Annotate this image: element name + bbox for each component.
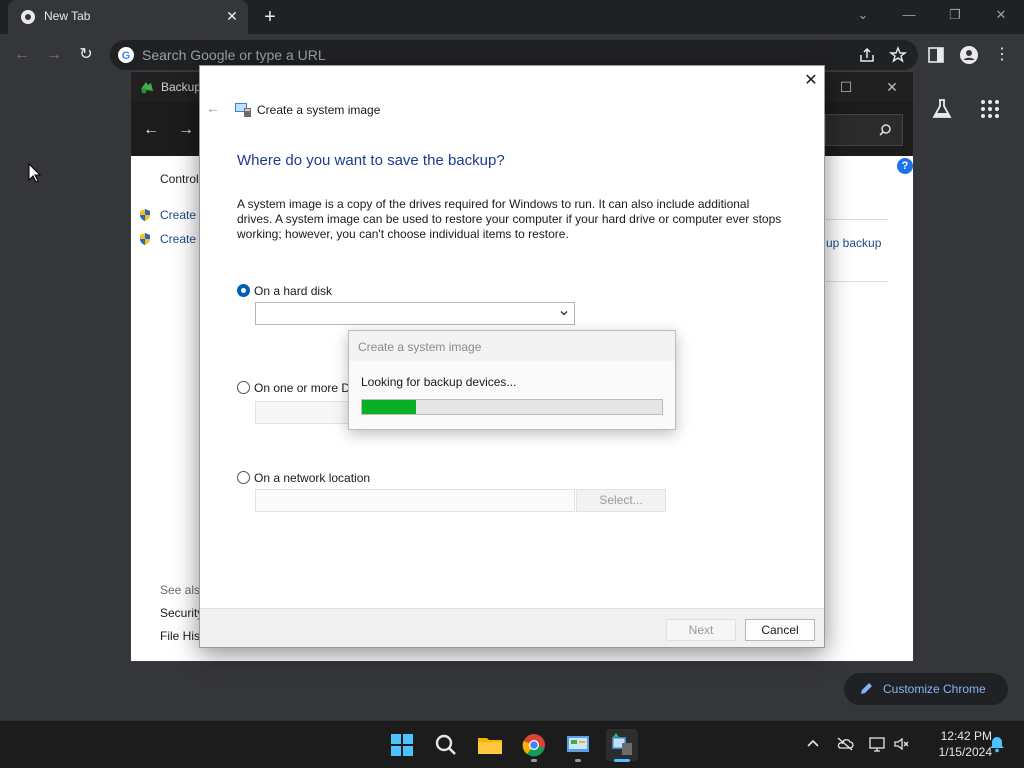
set-up-backup-link[interactable]: up backup [826,236,881,250]
cp-maximize-button[interactable]: ☐ [835,77,857,97]
cp-search-input[interactable] [825,114,903,146]
taskbar-file-explorer[interactable] [474,729,506,761]
uac-shield-icon [140,209,150,221]
taskbar-search-button[interactable] [430,729,462,761]
uac-shield-icon [140,233,150,245]
wizard-description: A system image is a copy of the drives r… [237,197,782,241]
reload-icon[interactable]: ↻ [74,43,98,67]
progress-bar [361,399,663,415]
forward-icon[interactable]: → [42,43,66,67]
taskbar-control-panel[interactable] [562,729,594,762]
cancel-button[interactable]: Cancel [745,619,815,641]
radio-label-hard-disk[interactable]: On a hard disk [254,284,332,298]
progress-bar-fill [362,400,416,414]
next-button[interactable]: Next [666,619,736,641]
cp-divider [826,219,888,220]
tab-close-icon[interactable]: ✕ [224,8,240,24]
google-apps-icon[interactable] [978,97,1002,121]
search-icon [879,124,891,136]
tab-title: New Tab [44,9,91,23]
taskbar-chrome[interactable] [518,729,550,762]
wizard-back-icon[interactable]: ← [206,100,222,116]
running-indicator [575,759,581,762]
wizard-title: Create a system image [257,103,381,117]
google-icon: G [118,47,134,63]
radio-hard-disk[interactable] [237,284,250,297]
chevron-up-icon[interactable] [804,735,822,753]
start-icon [391,734,413,756]
system-image-icon [235,103,251,117]
tab-new-tab[interactable]: New Tab ✕ [8,0,248,34]
chrome-icon [522,734,545,757]
chrome-tabstrip: New Tab ✕ + ⌄ — ❐ ✕ [0,0,1024,34]
progress-dialog-body: Looking for backup devices... [349,361,675,429]
bookmark-star-icon[interactable] [889,46,907,64]
progress-dialog-title: Create a system image [358,340,482,354]
customize-chrome-label: Customize Chrome [883,682,986,696]
back-icon[interactable]: ← [10,43,34,67]
help-icon[interactable]: ? [897,158,913,174]
radio-label-dvd[interactable]: On one or more D [254,381,350,395]
windows-taskbar: 12:42 PM 1/15/2024 [0,720,1024,768]
cp-close-button[interactable]: ✕ [881,77,903,97]
volume-muted-icon[interactable] [893,735,911,753]
radio-dvd[interactable] [237,381,250,394]
cp-back-icon[interactable]: ← [141,120,161,140]
backup-wizard-icon [612,733,632,755]
file-history-link[interactable]: File Hist [160,629,203,643]
svg-text:G: G [122,50,131,62]
labs-flask-icon[interactable] [930,97,954,121]
customize-chrome-button[interactable]: Customize Chrome [844,673,1008,705]
clock-time: 12:42 PM [940,729,992,743]
wizard-close-icon[interactable]: ✕ [800,70,822,92]
network-icon[interactable] [868,735,886,753]
new-tab-button[interactable]: + [258,5,282,29]
chevron-down-icon [560,311,568,316]
pencil-icon [861,683,872,694]
chrome-favicon-icon [21,10,35,24]
radio-label-network-location[interactable]: On a network location [254,471,370,485]
cp-window-title: Backup [161,80,202,94]
omnibox-placeholder: Search Google or type a URL [142,47,326,63]
running-indicator [531,759,537,762]
control-panel-icon [567,736,589,752]
profile-icon[interactable] [959,45,979,65]
taskbar-backup-wizard[interactable] [606,729,638,762]
file-explorer-icon [478,738,502,754]
control-panel-home-link[interactable]: Control [160,172,199,186]
search-icon [435,734,456,755]
mouse-cursor-icon [28,163,42,183]
searching-progress-dialog: Create a system image Looking for backup… [348,330,676,430]
taskbar-clock[interactable]: 12:42 PM 1/15/2024 [918,728,992,760]
close-window-button[interactable]: ✕ [989,4,1013,26]
cp-divider [826,281,888,282]
security-link[interactable]: Security [160,606,203,620]
network-location-input[interactable] [255,489,575,512]
cp-forward-icon[interactable]: → [176,120,196,140]
notification-bell-icon[interactable] [988,735,1006,753]
active-indicator [614,759,630,762]
hard-disk-dropdown[interactable] [255,302,575,325]
radio-network-location[interactable] [237,471,250,484]
onedrive-offline-icon[interactable] [836,735,854,753]
clock-date: 1/15/2024 [938,745,992,759]
progress-message: Looking for backup devices... [361,375,517,389]
wizard-heading: Where do you want to save the backup? [237,152,505,169]
chrome-menu-icon[interactable]: ⋮ [990,43,1014,67]
share-icon[interactable] [858,46,876,64]
minimize-button[interactable]: — [897,4,921,26]
select-network-button[interactable]: Select... [576,489,666,512]
start-button[interactable] [386,729,418,761]
backup-app-icon [141,82,153,94]
tab-search-icon[interactable]: ⌄ [851,4,875,26]
side-panel-icon[interactable] [927,46,945,64]
wizard-footer: Next Cancel [200,608,824,647]
restore-button[interactable]: ❐ [943,4,967,26]
